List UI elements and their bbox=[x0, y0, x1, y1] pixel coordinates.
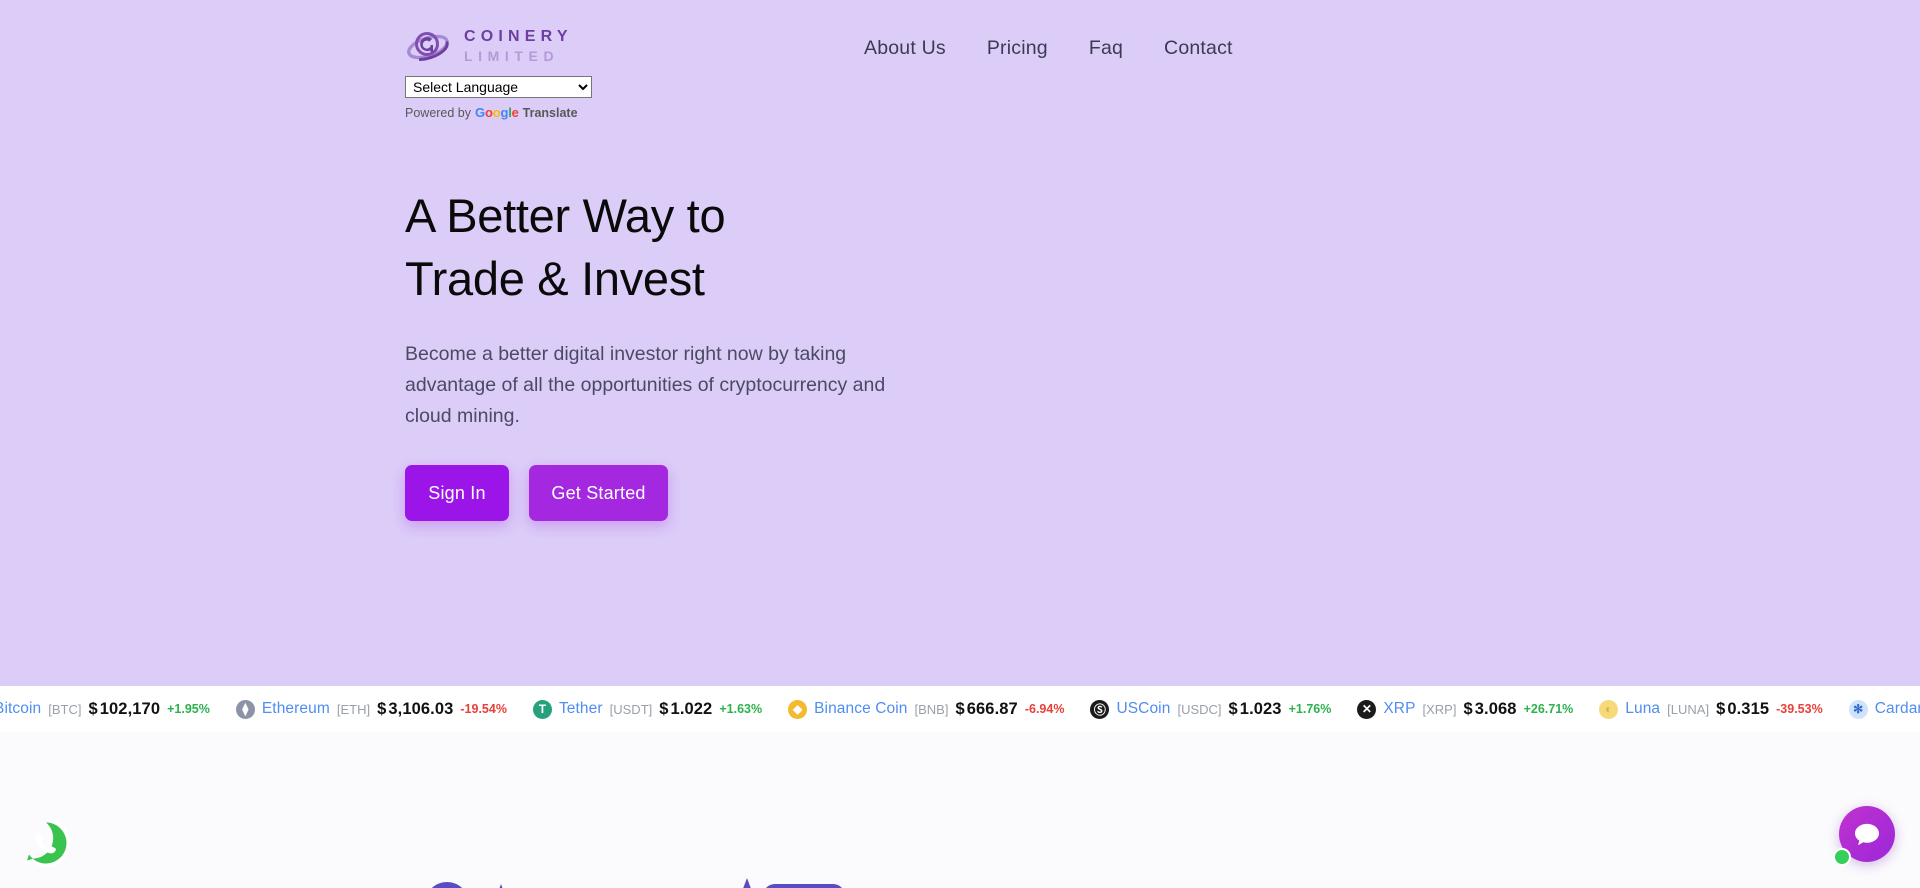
google-logo-o1: o bbox=[484, 105, 493, 120]
hero-title-line-2: Trade & Invest bbox=[405, 252, 705, 305]
brand-text-block: COINERY LIMITED bbox=[464, 28, 573, 64]
ticker-coin-change: +26.71% bbox=[1523, 702, 1574, 716]
whatsapp-icon bbox=[23, 818, 71, 867]
ticker-item[interactable]: ₿Bitcoin[BTC]$102,170+1.95% bbox=[0, 700, 236, 719]
cardano-icon: ✻ bbox=[1848, 699, 1868, 719]
ticker-coin-change: -19.54% bbox=[460, 702, 507, 716]
ticker-coin-symbol: [XRP] bbox=[1422, 701, 1457, 717]
ticker-coin-name: Luna bbox=[1625, 700, 1661, 717]
ticker-item[interactable]: ✻Cardano[ADA]$0.92-18.28% bbox=[1848, 699, 1920, 719]
ticker-coin-price: $3.068 bbox=[1463, 699, 1517, 718]
translate-word: Translate bbox=[522, 105, 578, 120]
ticker-coin-price: $3,106.03 bbox=[377, 699, 454, 718]
uscoin-icon: Ⓢ bbox=[1090, 699, 1110, 719]
tether-icon: T bbox=[532, 699, 552, 719]
nav-link-pricing[interactable]: Pricing bbox=[987, 37, 1048, 60]
ticker-coin-change: +1.63% bbox=[719, 702, 763, 716]
ticker-coin-price: $1.023 bbox=[1228, 699, 1282, 718]
live-chat-button[interactable] bbox=[1833, 806, 1895, 868]
ticker-coin-name: Tether bbox=[558, 700, 603, 717]
ticker-item[interactable]: ◆ Binance Coin [BNB] $666.87 -6.94% bbox=[788, 699, 1090, 719]
ticker-coin-name: Ethereum bbox=[261, 700, 330, 717]
navigation-bar: COINERY LIMITED About Us Pricing Faq Con… bbox=[0, 14, 1920, 63]
ticker-coin-change: -6.94% bbox=[1024, 702, 1065, 716]
chat-bubble-icon bbox=[1855, 823, 1879, 846]
hero-title: A Better Way to Trade & Invest bbox=[405, 184, 1045, 310]
nav-link-contact[interactable]: Contact bbox=[1164, 37, 1233, 60]
google-logo-e: e bbox=[511, 105, 519, 120]
whatsapp-chat-button[interactable] bbox=[17, 814, 75, 872]
get-started-button[interactable]: Get Started bbox=[529, 465, 668, 521]
ticker-coin-symbol: [ETH] bbox=[336, 701, 371, 717]
hero-title-line-1: A Better Way to bbox=[405, 189, 726, 242]
ticker-coin-price: $1.022 bbox=[659, 699, 713, 718]
ticker-coin-change: +1.76% bbox=[1288, 702, 1332, 716]
google-logo-g1: G bbox=[475, 105, 485, 120]
wallet-and-coin-illustration bbox=[432, 878, 842, 888]
sign-in-button[interactable]: Sign In bbox=[405, 465, 509, 521]
powered-by-google-translate: Powered by Google Translate bbox=[405, 105, 592, 120]
hero-button-group: Sign In Get Started bbox=[405, 465, 1045, 521]
powered-by-label: Powered by bbox=[405, 105, 472, 120]
crypto-ticker-bar[interactable]: ₿Bitcoin[BTC]$102,170+1.95%⧫Ethereum[ETH… bbox=[0, 686, 1920, 732]
luna-icon: ◐ bbox=[1599, 699, 1619, 719]
ticker-coin-name: USCoin bbox=[1116, 700, 1171, 717]
brand-logo[interactable]: COINERY LIMITED bbox=[405, 26, 573, 66]
binance-coin-icon: ◆ bbox=[788, 699, 808, 719]
ticker-item[interactable]: T Tether [USDT] $1.022 +1.63% bbox=[532, 699, 788, 719]
ticker-coin-change: +1.95% bbox=[167, 702, 210, 716]
ticker-coin-symbol: [BNB] bbox=[914, 701, 949, 717]
brand-subtitle: LIMITED bbox=[464, 48, 560, 64]
google-translate-widget: Select LanguageEnglishSpanishFrenchGerma… bbox=[405, 76, 592, 120]
language-select[interactable]: Select LanguageEnglishSpanishFrenchGerma… bbox=[405, 76, 592, 98]
ticker-coin-symbol: [BTC] bbox=[48, 701, 82, 717]
ticker-item[interactable]: ⧫ Ethereum [ETH] $3,106.03 -19.54% bbox=[235, 699, 533, 719]
ticker-item[interactable]: Ⓢ USCoin [USDC] $1.023 +1.76% bbox=[1090, 699, 1357, 719]
chat-online-indicator bbox=[1833, 848, 1851, 866]
ticker-coin-name: Bitcoin bbox=[0, 700, 42, 717]
hero-content: A Better Way to Trade & Invest Become a … bbox=[405, 184, 1045, 521]
ticker-coin-symbol: [USDC] bbox=[1177, 701, 1222, 717]
ticker-coin-name: Binance Coin bbox=[814, 700, 908, 717]
nav-link-about-us[interactable]: About Us bbox=[864, 37, 946, 60]
ticker-coin-name: Cardano bbox=[1874, 700, 1920, 717]
ticker-coin-symbol: [LUNA] bbox=[1667, 701, 1710, 717]
ticker-track: ₿Bitcoin[BTC]$102,170+1.95%⧫Ethereum[ETH… bbox=[0, 699, 1920, 719]
nav-links: About Us Pricing Faq Contact bbox=[864, 37, 1233, 60]
page-root: COINERY LIMITED About Us Pricing Faq Con… bbox=[0, 0, 1920, 888]
ticker-coin-price: $0.315 bbox=[1716, 699, 1770, 718]
ticker-coin-price: $102,170 bbox=[88, 699, 161, 718]
ticker-coin-name: XRP bbox=[1383, 700, 1416, 717]
ethereum-icon: ⧫ bbox=[235, 699, 255, 719]
coinery-orbit-logo-icon bbox=[407, 32, 449, 62]
xrp-icon: ✕ bbox=[1357, 699, 1377, 719]
features-section bbox=[0, 732, 1920, 888]
nav-link-faq[interactable]: Faq bbox=[1089, 37, 1123, 60]
hero-description: Become a better digital investor right n… bbox=[405, 343, 886, 427]
ticker-coin-change: -39.53% bbox=[1776, 702, 1823, 716]
ticker-item[interactable]: ✕ XRP [XRP] $3.068 +26.71% bbox=[1357, 699, 1599, 719]
google-logo: Google bbox=[475, 105, 519, 120]
ticker-item[interactable]: ◐ Luna [LUNA] $0.315 -39.53% bbox=[1599, 699, 1848, 719]
ticker-coin-price: $666.87 bbox=[955, 699, 1018, 718]
hero-section: COINERY LIMITED About Us Pricing Faq Con… bbox=[0, 0, 1920, 686]
brand-name: COINERY bbox=[464, 28, 573, 45]
ticker-coin-symbol: [USDT] bbox=[609, 701, 653, 717]
